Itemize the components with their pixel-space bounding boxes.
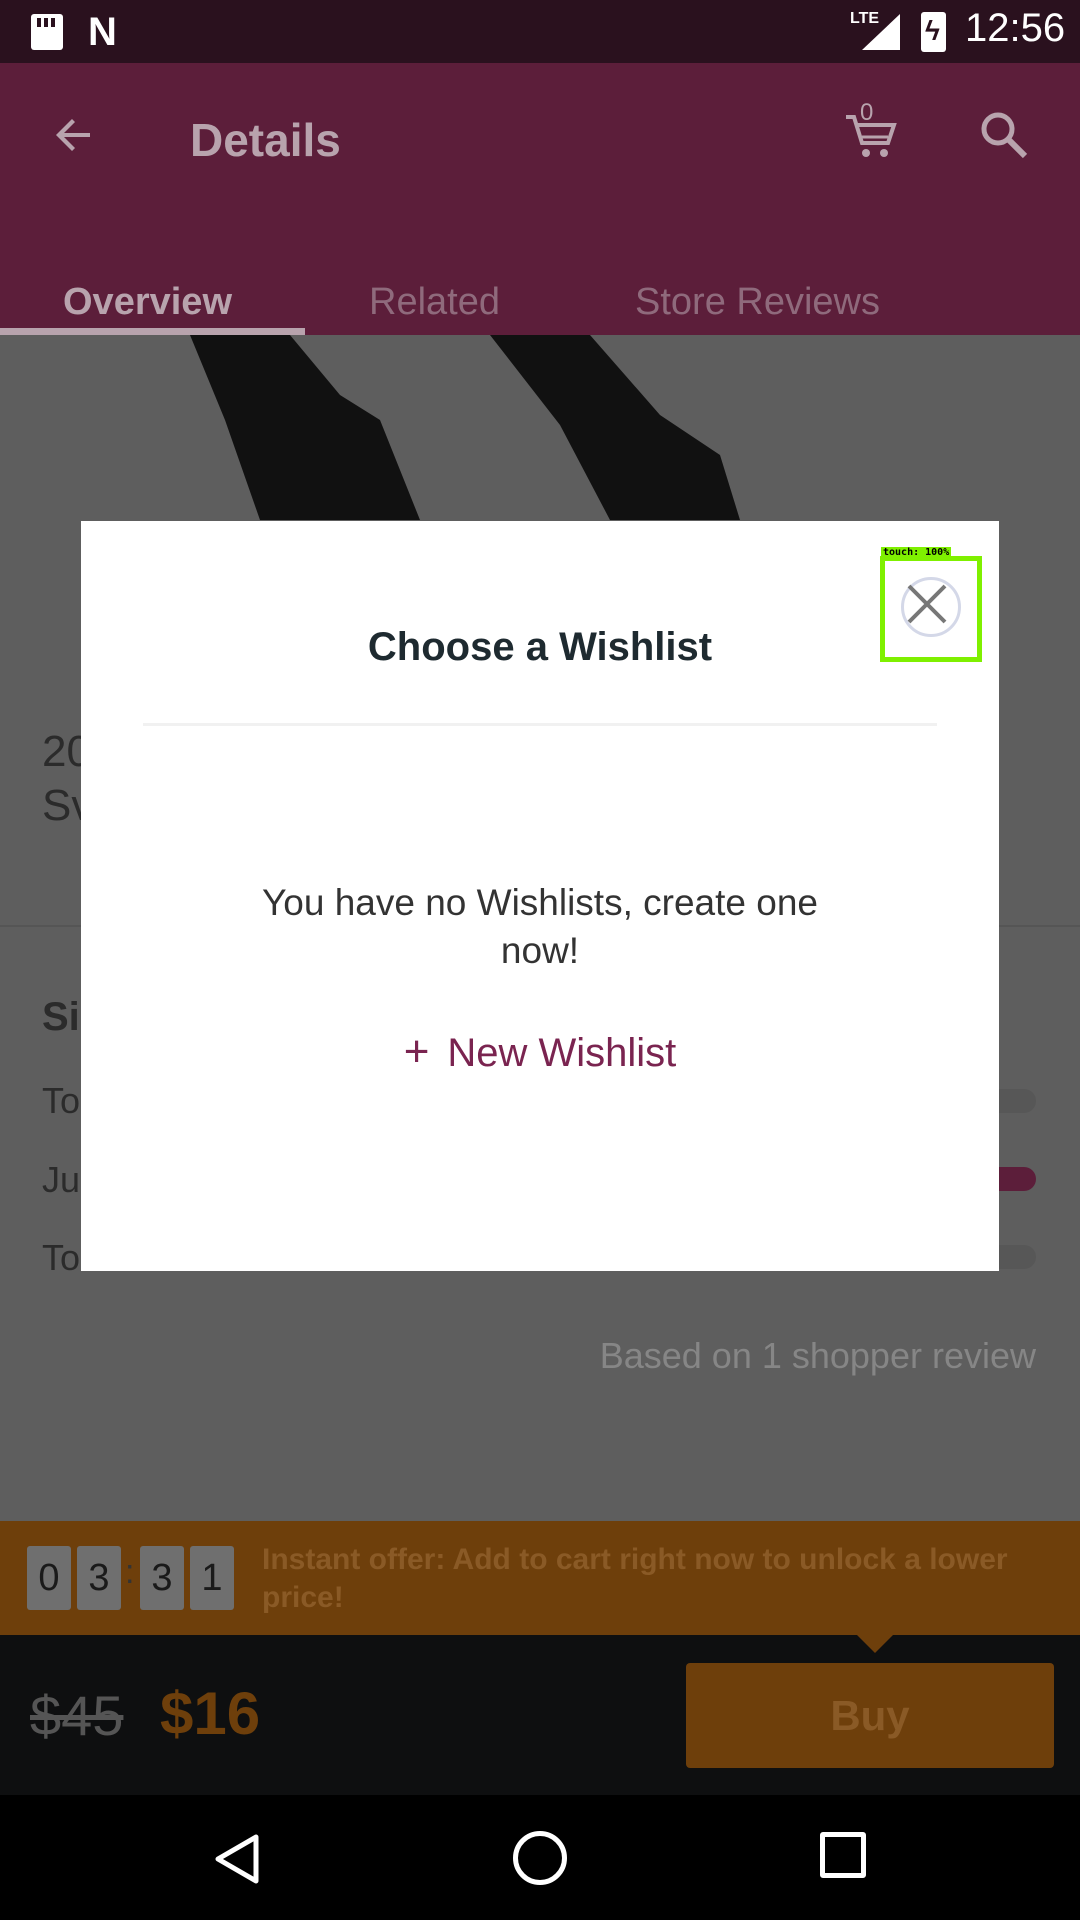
original-price: $45	[30, 1684, 124, 1747]
search-icon[interactable]	[978, 109, 1030, 161]
touch-label: touch: 100%	[881, 547, 952, 559]
size-row-label: To	[42, 1237, 81, 1278]
notification-n-icon: N	[88, 10, 117, 54]
buy-button[interactable]: Buy	[686, 1663, 1054, 1768]
page-title: Details	[190, 114, 341, 166]
product-image	[190, 335, 740, 520]
back-arrow-icon[interactable]	[50, 111, 98, 159]
choose-wishlist-dialog: Choose a Wishlist You have no Wishlists,…	[81, 521, 999, 1271]
nav-back-icon[interactable]	[212, 1833, 264, 1885]
nav-home-icon[interactable]	[513, 1831, 567, 1885]
status-time: 12:56	[965, 6, 1066, 50]
app-bar: Details 0 Overview Related Store Reviews	[0, 63, 1080, 335]
review-summary: Based on 1 shopper review	[599, 1335, 1036, 1376]
new-wishlist-label: New Wishlist	[447, 1031, 677, 1075]
instant-offer-banner[interactable]: 0 3 : 3 1 Instant offer: Add to cart rig…	[0, 1521, 1080, 1653]
dialog-title: Choose a Wishlist	[367, 625, 713, 669]
new-wishlist-button[interactable]: + New Wishlist	[81, 1027, 999, 1077]
tab-related[interactable]: Related	[369, 281, 500, 324]
navigation-bar	[0, 1795, 1080, 1920]
touch-highlight-box	[880, 556, 982, 662]
offer-text: Instant offer: Add to cart right now to …	[262, 1543, 1008, 1614]
buy-bar: $45 $16 Buy	[0, 1635, 1080, 1795]
tab-overview[interactable]: Overview	[63, 281, 232, 324]
timer-digit: 3	[77, 1546, 121, 1610]
size-row-label: Ju	[42, 1159, 81, 1200]
dialog-divider	[143, 723, 937, 726]
sale-price: $16	[160, 1680, 261, 1747]
size-row-label: To	[42, 1080, 81, 1121]
empty-wishlist-message: You have no Wishlists, create one now!	[261, 882, 818, 971]
sd-card-icon	[31, 14, 63, 50]
signal-icon	[862, 14, 900, 50]
tab-bar: Overview Related Store Reviews	[0, 263, 1080, 335]
status-bar: N LTE 12:56	[0, 0, 1080, 63]
tab-store-reviews[interactable]: Store Reviews	[635, 281, 880, 324]
cart-count-badge: 0	[860, 99, 874, 126]
timer-digit: 0	[27, 1546, 71, 1610]
timer-digit: 3	[140, 1546, 184, 1610]
nav-recents-icon[interactable]	[820, 1832, 866, 1878]
timer-colon: :	[125, 1553, 135, 1591]
offer-pointer	[857, 1635, 893, 1653]
battery-charging-icon	[921, 12, 946, 52]
size-section-title: Si	[42, 995, 80, 1039]
tab-indicator	[0, 328, 305, 335]
plus-icon: +	[403, 1027, 430, 1076]
timer-digit: 1	[190, 1546, 234, 1610]
